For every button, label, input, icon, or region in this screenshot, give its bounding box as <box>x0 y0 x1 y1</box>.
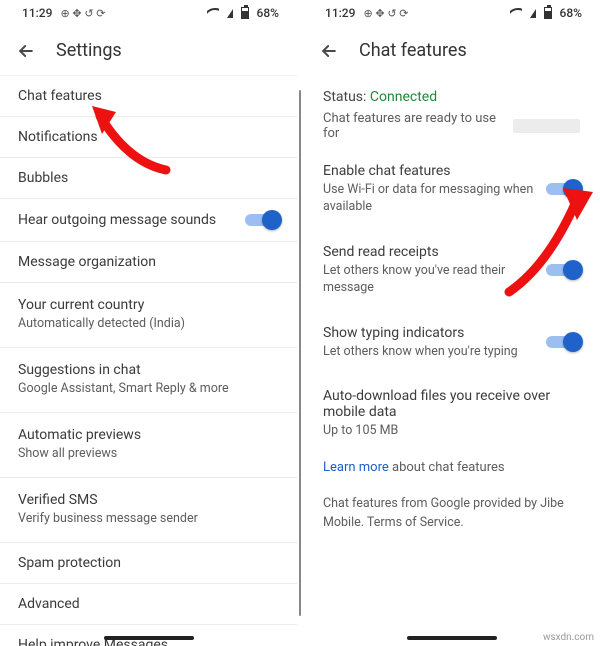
status-bar: 11:29 ⊕ ✥ ↺ ⟳ 68% <box>0 0 297 26</box>
row-hear-sounds[interactable]: Hear outgoing message sounds <box>0 199 297 242</box>
battery-pct: 68% <box>257 6 279 20</box>
status-time: 11:29 <box>325 6 355 20</box>
row-title: Verified SMS <box>18 492 279 508</box>
row-autodownload[interactable]: Auto-download files you receive over mob… <box>303 374 600 454</box>
row-sub: Let others know when you're typing <box>323 344 536 361</box>
row-typing-indicator[interactable]: Show typing indicators Let others know w… <box>303 311 600 375</box>
status-bar: 11:29 ⊕ ✥ ↺ ⟳ 68% <box>303 0 600 26</box>
row-title: Enable chat features <box>323 163 536 179</box>
row-sub: Show all previews <box>18 446 279 463</box>
row-title: Notifications <box>18 129 279 145</box>
header: Chat features <box>303 26 600 75</box>
row-title: Your current country <box>18 297 279 313</box>
row-sub: Google Assistant, Smart Reply & more <box>18 381 279 398</box>
header: Settings <box>0 26 297 75</box>
status-block: Status: Connected Chat features are read… <box>303 75 600 149</box>
nav-indicator[interactable] <box>0 636 297 640</box>
toggle-read-receipts[interactable] <box>546 261 580 279</box>
toggle-hear-sounds[interactable] <box>245 211 279 229</box>
wifi-icon <box>207 8 219 18</box>
battery-pct: 68% <box>560 6 582 20</box>
learn-more-rest: about chat features <box>389 460 505 475</box>
row-sub: Let others know you've read their messag… <box>323 263 536 297</box>
wifi-icon <box>510 8 522 18</box>
row-sub: Verify business message sender <box>18 511 279 528</box>
battery-icon <box>544 7 552 19</box>
learn-more-line: Learn more about chat features <box>303 454 600 477</box>
signal-icon <box>530 9 536 18</box>
watermark: wsxdn.com <box>543 632 594 643</box>
toggle-enable-chat[interactable] <box>546 180 580 198</box>
row-title: Hear outgoing message sounds <box>18 212 245 228</box>
battery-icon <box>241 7 249 19</box>
row-title: Spam protection <box>18 555 279 571</box>
row-suggestions[interactable]: Suggestions in chat Google Assistant, Sm… <box>0 348 297 413</box>
row-bubbles[interactable]: Bubbles <box>0 158 297 199</box>
row-title: Automatic previews <box>18 427 279 443</box>
row-title: Message organization <box>18 254 279 270</box>
row-chat-features[interactable]: Chat features <box>0 76 297 117</box>
status-left-icons: ⊕ ✥ ↺ ⟳ <box>60 7 105 20</box>
status-left-icons: ⊕ ✥ ↺ ⟳ <box>363 7 408 20</box>
row-sub: Use Wi-Fi or data for messaging when ava… <box>323 182 536 216</box>
row-notifications[interactable]: Notifications <box>0 117 297 158</box>
learn-more-link[interactable]: Learn more <box>323 460 389 475</box>
page-title: Settings <box>56 40 122 61</box>
signal-icon <box>227 9 233 18</box>
row-enable-chat[interactable]: Enable chat features Use Wi-Fi or data f… <box>303 149 600 230</box>
status-label: Status: <box>323 89 366 105</box>
row-title: Send read receipts <box>323 244 536 260</box>
row-title: Auto-download files you receive over mob… <box>323 388 580 420</box>
row-title: Suggestions in chat <box>18 362 279 378</box>
back-icon[interactable] <box>16 41 36 61</box>
page-title: Chat features <box>359 40 467 61</box>
row-sub: Automatically detected (India) <box>18 316 279 333</box>
row-title: Advanced <box>18 596 279 612</box>
row-spam[interactable]: Spam protection <box>0 543 297 584</box>
row-country[interactable]: Your current country Automatically detec… <box>0 283 297 348</box>
row-verified-sms[interactable]: Verified SMS Verify business message sen… <box>0 478 297 543</box>
back-icon[interactable] <box>319 41 339 61</box>
toggle-typing[interactable] <box>546 333 580 351</box>
row-advanced[interactable]: Advanced <box>0 584 297 625</box>
row-title: Bubbles <box>18 170 279 186</box>
settings-list: Chat features Notifications Bubbles Hear… <box>0 75 297 646</box>
status-sub: Chat features are ready to use for <box>323 111 508 141</box>
screen-chat-features: 11:29 ⊕ ✥ ↺ ⟳ 68% Chat features Status: … <box>303 0 600 646</box>
row-previews[interactable]: Automatic previews Show all previews <box>0 413 297 478</box>
row-title: Chat features <box>18 88 279 104</box>
screen-settings: 11:29 ⊕ ✥ ↺ ⟳ 68% Settings Chat features… <box>0 0 297 646</box>
row-sub: Up to 105 MB <box>323 423 580 440</box>
row-title: Show typing indicators <box>323 325 536 341</box>
row-message-org[interactable]: Message organization <box>0 242 297 283</box>
footer-note: Chat features from Google provided by Ji… <box>303 477 600 533</box>
status-value: Connected <box>370 89 437 105</box>
status-time: 11:29 <box>22 6 52 20</box>
redacted-number <box>513 119 580 133</box>
row-read-receipts[interactable]: Send read receipts Let others know you'v… <box>303 230 600 311</box>
